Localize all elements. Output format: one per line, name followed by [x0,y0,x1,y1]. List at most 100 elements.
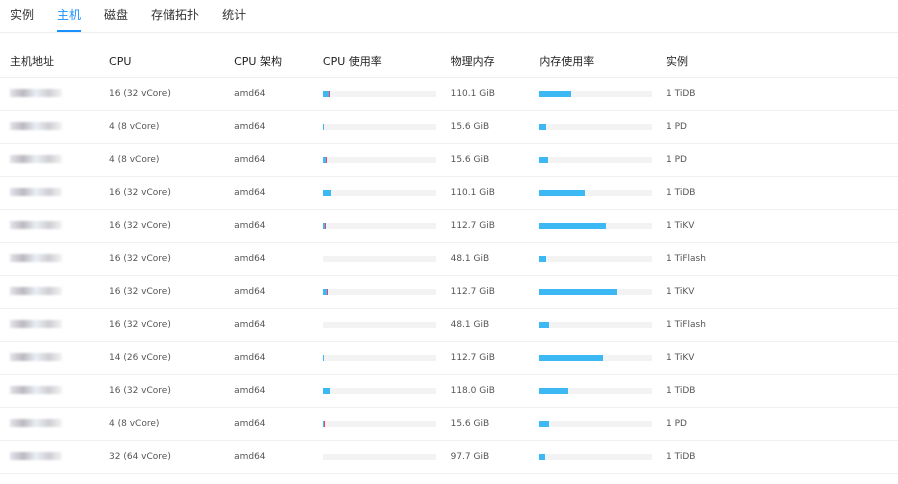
cpu-usage-bar [322,289,436,295]
tab-3[interactable]: 存储拓扑 [151,0,199,32]
cpu-usage-cell [322,275,451,309]
tab-2[interactable]: 磁盘 [104,0,128,32]
memory-usage-bar-fill [539,124,547,130]
column-header[interactable]: CPU [109,45,235,78]
memory-usage-bar-fill [539,454,545,460]
cpu-usage-bar [322,124,436,130]
memory-usage-cell [539,374,667,408]
host-address [0,341,110,375]
redacted-address [10,385,62,394]
memory-usage-bar-fill [539,421,550,427]
table-row[interactable]: 4 (8 vCore) amd64 15.6 GiB 1 PD [0,143,898,177]
memory-usage-bar [539,91,653,97]
cpu-usage-bar [322,355,436,361]
host-address [0,242,110,276]
column-header[interactable]: 主机地址 [0,45,110,78]
cpu-cores: 16 (32 vCore) [109,374,235,408]
tab-4[interactable]: 统计 [222,0,246,32]
instances: 1 TiKV [666,209,898,243]
host-address [0,209,110,243]
cpu-usage-bar [322,223,436,229]
memory: 112.7 GiB [450,209,540,243]
cpu-usage-cell [322,77,451,111]
memory-usage-bar-fill [539,256,547,262]
memory-usage-bar-fill [539,190,585,196]
tab-1[interactable]: 主机 [57,0,82,32]
cpu-usage-bar-fill [322,124,325,130]
cpu-arch: amd64 [234,209,323,243]
redacted-address [10,253,62,262]
cpu-arch: amd64 [234,407,323,441]
cpu-usage-bar-fill [322,388,330,394]
cpu-usage-cell [322,176,451,210]
tab-0[interactable]: 实例 [10,0,34,32]
memory-usage-bar [539,421,653,427]
column-header[interactable]: 物理内存 [450,45,540,78]
cpu-arch: amd64 [234,176,323,210]
redacted-address [10,154,62,163]
hosts-table: 主机地址 CPU CPU 架构 CPU 使用率 物理内存 内存使用率 实例 16 (32 v… [0,45,898,474]
memory-usage-bar [539,322,653,328]
memory-usage-cell [539,308,667,342]
cpu-usage-bar-fill [322,190,331,196]
cpu-arch: amd64 [234,242,323,276]
redacted-address [10,352,62,361]
instances: 1 TiDB [666,374,898,408]
cpu-cores: 16 (32 vCore) [109,209,235,243]
column-header[interactable]: 内存使用率 [539,45,667,78]
table-row[interactable]: 16 (32 vCore) amd64 110.1 GiB 1 TiDB [0,176,898,210]
table-row[interactable]: 4 (8 vCore) amd64 15.6 GiB 1 PD [0,110,898,144]
memory: 97.7 GiB [450,440,540,474]
cpu-usage-cell [322,143,451,177]
column-header[interactable]: CPU 架构 [234,45,323,78]
table-row[interactable]: 16 (32 vCore) amd64 48.1 GiB 1 TiFlash [0,308,898,342]
memory-usage-cell [539,176,667,210]
memory: 112.7 GiB [450,275,540,309]
column-header[interactable]: CPU 使用率 [322,45,451,78]
table-row[interactable]: 16 (32 vCore) amd64 112.7 GiB 1 TiKV [0,209,898,243]
cpu-usage-cell [322,374,451,408]
instances: 1 PD [666,143,898,177]
cpu-cores: 14 (26 vCore) [109,341,235,375]
tab-bar: 实例 主机 磁盘 存储拓扑 统计 [0,0,898,33]
memory: 15.6 GiB [450,407,540,441]
cpu-arch: amd64 [234,110,323,144]
host-address [0,77,110,111]
table-row[interactable]: 32 (64 vCore) amd64 97.7 GiB 1 TiDB [0,440,898,474]
cpu-arch: amd64 [234,374,323,408]
cpu-usage-bar [322,91,436,97]
table-row[interactable]: 4 (8 vCore) amd64 15.6 GiB 1 PD [0,407,898,441]
memory: 48.1 GiB [450,242,540,276]
cpu-usage-bar-alert [326,157,328,163]
memory-usage-cell [539,209,667,243]
memory: 15.6 GiB [450,110,540,144]
memory-usage-bar-fill [539,388,568,394]
memory-usage-bar-fill [539,223,606,229]
memory: 110.1 GiB [450,77,540,111]
table-row[interactable]: 16 (32 vCore) amd64 118.0 GiB 1 TiDB [0,374,898,408]
cpu-usage-cell [322,209,451,243]
cpu-cores: 16 (32 vCore) [109,275,235,309]
table-row[interactable]: 16 (32 vCore) amd64 112.7 GiB 1 TiKV [0,275,898,309]
cpu-arch: amd64 [234,440,323,474]
memory: 112.7 GiB [450,341,540,375]
table-row[interactable]: 16 (32 vCore) amd64 48.1 GiB 1 TiFlash [0,242,898,276]
memory-usage-bar [539,289,653,295]
redacted-address [10,418,62,427]
cpu-usage-bar-fill [322,355,325,361]
memory: 118.0 GiB [450,374,540,408]
instances: 1 TiDB [666,176,898,210]
instances: 1 TiFlash [666,242,898,276]
cpu-usage-bar-alert [325,223,327,229]
memory-usage-cell [539,275,667,309]
cpu-arch: amd64 [234,341,323,375]
instances: 1 TiDB [666,77,898,111]
column-header[interactable]: 实例 [666,45,898,78]
cpu-cores: 4 (8 vCore) [109,143,235,177]
memory-usage-cell [539,77,667,111]
instances: 1 PD [666,110,898,144]
host-address [0,440,110,474]
table-row[interactable]: 14 (26 vCore) amd64 112.7 GiB 1 TiKV [0,341,898,375]
table-row[interactable]: 16 (32 vCore) amd64 110.1 GiB 1 TiDB [0,77,898,111]
memory-usage-bar-fill [539,289,618,295]
